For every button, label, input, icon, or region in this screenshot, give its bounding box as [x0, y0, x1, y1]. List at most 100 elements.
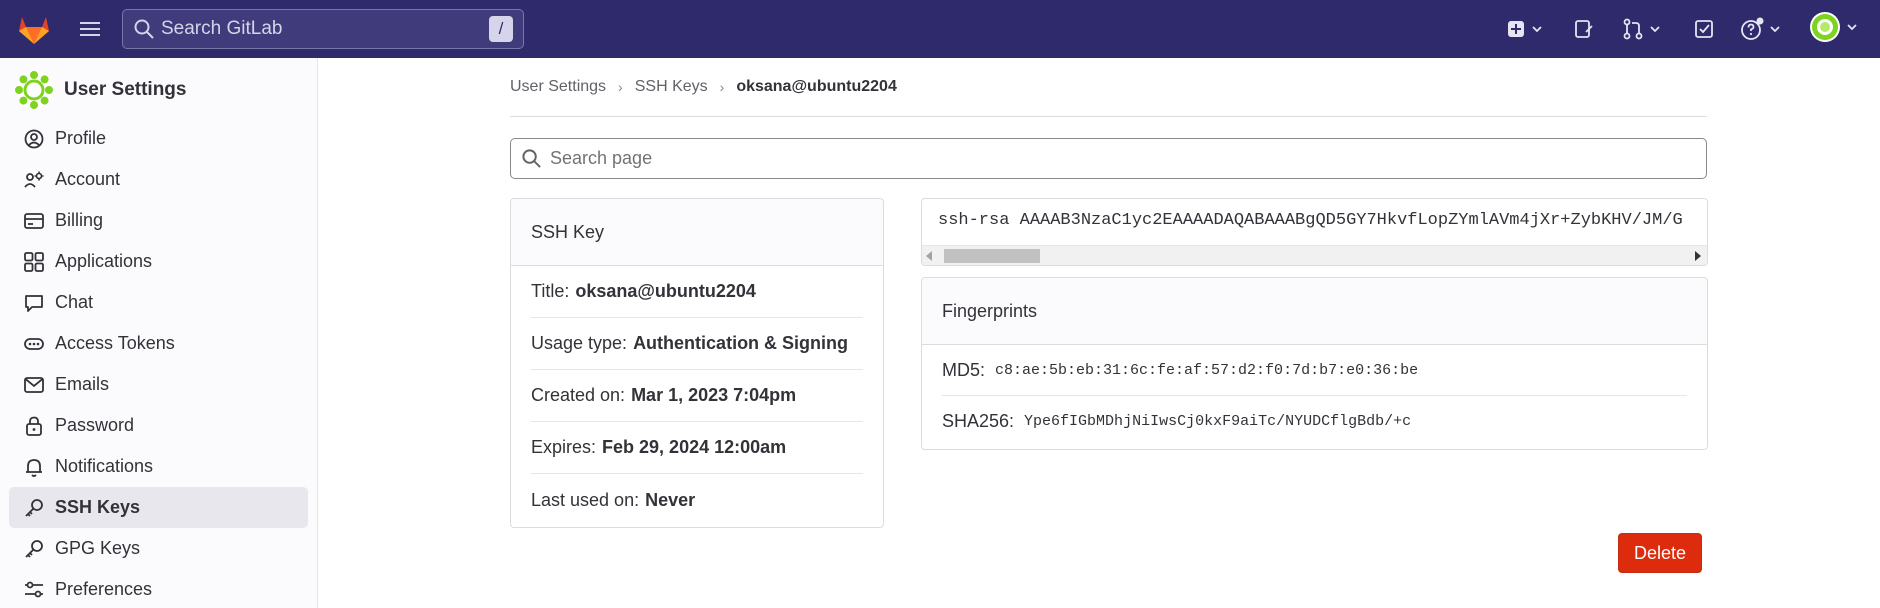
- user-avatar-icon: [15, 71, 53, 109]
- billing-icon: [24, 212, 44, 229]
- key-usage-row: Usage type: Authentication & Signing: [531, 318, 863, 370]
- key-expires-value: Feb 29, 2024 12:00am: [602, 437, 787, 457]
- breadcrumb-divider: [510, 116, 1707, 117]
- sidebar-item-chat[interactable]: Chat: [9, 282, 308, 323]
- key-icon: [25, 539, 43, 558]
- sha256-fingerprint-row: SHA256: Ype6fIGbMDhjNiIwsCj0kxF9aiTc/NYU…: [942, 396, 1687, 447]
- sidebar-item-profile[interactable]: Profile: [9, 118, 308, 159]
- account-icon: [24, 171, 44, 188]
- global-search-placeholder: Search GitLab: [161, 18, 283, 39]
- sidebar-item-label: Emails: [55, 374, 110, 394]
- sidebar-item-applications[interactable]: Applications: [9, 241, 308, 282]
- search-icon: [522, 149, 541, 168]
- applications-icon: [24, 251, 44, 272]
- merge-requests-dropdown[interactable]: [1622, 14, 1662, 44]
- sidebar-item-ssh-keys[interactable]: SSH Keys: [9, 487, 308, 528]
- issues-icon: [1575, 20, 1593, 38]
- sidebar-item-label: Notifications: [55, 456, 154, 476]
- sidebar-item-account[interactable]: Account: [9, 159, 308, 200]
- sha256-value[interactable]: Ype6fIGbMDhjNiIwsCj0kxF9aiTc/NYUDCflgBdb…: [1024, 413, 1411, 430]
- gitlab-logo-icon[interactable]: [16, 11, 52, 47]
- sidebar-item-emails[interactable]: Emails: [9, 364, 308, 405]
- sidebar-item-gpg-keys[interactable]: GPG Keys: [9, 528, 308, 569]
- sidebar-item-preferences[interactable]: Preferences: [9, 569, 308, 608]
- breadcrumb-user-settings[interactable]: User Settings: [510, 78, 606, 96]
- user-avatar-icon: [1810, 12, 1840, 42]
- sidebar-item-label: Account: [55, 169, 121, 189]
- key-last-used-row: Last used on: Never: [531, 474, 863, 526]
- global-search-input[interactable]: Search GitLab /: [122, 9, 524, 49]
- key-last-used-value: Never: [645, 489, 696, 510]
- todo-check-icon: [1695, 20, 1713, 38]
- key-title-label: Title:: [531, 281, 570, 301]
- scroll-right-arrow-icon[interactable]: [1695, 251, 1701, 261]
- top-navbar: Search GitLab /: [0, 0, 1880, 58]
- sidebar-item-label: Access Tokens: [55, 333, 175, 353]
- hamburger-menu-icon[interactable]: [78, 17, 102, 41]
- chevron-right-icon: ›: [719, 79, 725, 95]
- sidebar-item-notifications[interactable]: Notifications: [9, 446, 308, 487]
- sidebar-item-label: Billing: [55, 210, 104, 230]
- sidebar-item-label: Chat: [55, 292, 94, 312]
- todos-button[interactable]: [1693, 14, 1715, 44]
- chevron-down-icon: [1650, 26, 1660, 33]
- key-created-row: Created on: Mar 1, 2023 7:04pm: [531, 370, 863, 422]
- fingerprints-card-header: Fingerprints: [922, 278, 1707, 345]
- key-expires-row: Expires: Feb 29, 2024 12:00am: [531, 422, 863, 474]
- sidebar-item-password[interactable]: Password: [9, 405, 308, 446]
- sidebar-title: User Settings: [64, 79, 187, 100]
- token-icon: [24, 337, 44, 350]
- sidebar-item-billing[interactable]: Billing: [9, 200, 308, 241]
- key-expires-label: Expires:: [531, 437, 597, 457]
- preferences-icon: [25, 581, 43, 597]
- page-search-input[interactable]: [550, 148, 1650, 169]
- scrollbar-thumb[interactable]: [944, 249, 1040, 263]
- key-icon: [25, 498, 43, 517]
- breadcrumb: User Settings › SSH Keys › oksana@ubuntu…: [510, 78, 897, 96]
- issues-button[interactable]: [1573, 14, 1595, 44]
- sidebar-nav: Profile Account Billing Applications Cha…: [9, 118, 308, 608]
- user-menu-dropdown[interactable]: [1809, 12, 1859, 42]
- scroll-left-arrow-icon[interactable]: [926, 251, 932, 261]
- ssh-key-details-card: SSH Key Title: oksana@ubuntu2204 Usage t…: [510, 198, 884, 528]
- sidebar-item-label: Applications: [55, 251, 153, 271]
- ssh-key-card-header: SSH Key: [511, 199, 883, 266]
- md5-fingerprint-row: MD5: c8:ae:5b:eb:31:6c:fe:af:57:d2:f0:7d…: [942, 345, 1687, 396]
- help-dropdown[interactable]: [1740, 14, 1782, 44]
- merge-request-icon: [1623, 18, 1643, 40]
- bell-icon: [26, 458, 42, 477]
- key-title-row: Title: oksana@ubuntu2204: [531, 266, 863, 318]
- key-usage-label: Usage type:: [531, 333, 628, 353]
- fingerprints-list: MD5: c8:ae:5b:eb:31:6c:fe:af:57:d2:f0:7d…: [922, 345, 1707, 447]
- sidebar-item-access-tokens[interactable]: Access Tokens: [9, 323, 308, 364]
- sidebar-item-label: Password: [55, 415, 135, 435]
- horizontal-scrollbar[interactable]: [922, 245, 1707, 265]
- md5-value[interactable]: c8:ae:5b:eb:31:6c:fe:af:57:d2:f0:7d:b7:e…: [995, 362, 1418, 379]
- search-shortcut-badge: /: [489, 16, 513, 42]
- sidebar-header[interactable]: User Settings: [14, 70, 186, 110]
- sidebar-item-label: SSH Keys: [55, 497, 141, 517]
- chevron-right-icon: ›: [618, 79, 623, 95]
- profile-icon: [24, 129, 44, 148]
- settings-sidebar: User Settings Profile Account Billing Ap…: [0, 58, 318, 608]
- delete-button[interactable]: Delete: [1618, 533, 1702, 573]
- page-search-box[interactable]: [510, 138, 1707, 179]
- lock-icon: [26, 416, 42, 436]
- public-key-text[interactable]: ssh-rsa AAAAB3NzaC1yc2EAAAADAQABAAABgQD5…: [938, 211, 1683, 230]
- md5-label: MD5:: [942, 359, 986, 380]
- create-new-dropdown[interactable]: [1506, 14, 1544, 44]
- chevron-down-icon: [1770, 26, 1780, 33]
- key-title-value: oksana@ubuntu2204: [575, 281, 756, 301]
- breadcrumb-ssh-keys[interactable]: SSH Keys: [635, 78, 708, 96]
- sidebar-item-label: GPG Keys: [55, 538, 141, 558]
- fingerprints-card: Fingerprints MD5: c8:ae:5b:eb:31:6c:fe:a…: [921, 277, 1708, 450]
- search-icon: [134, 19, 154, 39]
- breadcrumb-current[interactable]: oksana@ubuntu2204: [736, 78, 897, 96]
- chevron-down-icon: [1532, 26, 1542, 33]
- chevron-down-icon: [1847, 24, 1857, 31]
- key-created-value: Mar 1, 2023 7:04pm: [631, 385, 797, 405]
- sidebar-item-label: Preferences: [55, 579, 153, 599]
- sidebar-item-label: Profile: [55, 128, 107, 148]
- ssh-key-info-list: Title: oksana@ubuntu2204 Usage type: Aut…: [511, 266, 883, 526]
- public-key-box[interactable]: ssh-rsa AAAAB3NzaC1yc2EAAAADAQABAAABgQD5…: [921, 198, 1708, 266]
